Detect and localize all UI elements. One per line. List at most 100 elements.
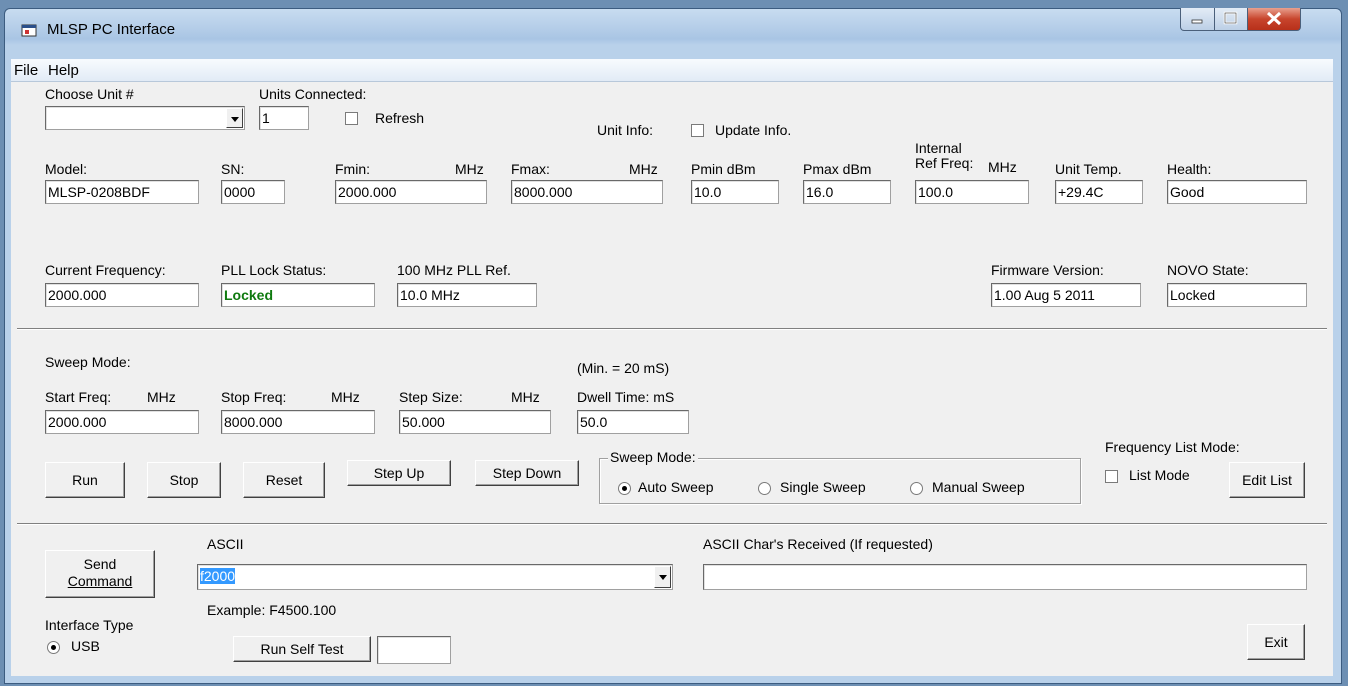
update-info-label: Update Info.	[715, 122, 792, 138]
novo-state-field[interactable]: Locked	[1167, 283, 1307, 307]
usb-label: USB	[71, 638, 100, 654]
ref-freq-field[interactable]: 100.0	[915, 180, 1029, 204]
send-command-button[interactable]: Send Command	[45, 550, 155, 598]
close-icon	[1266, 11, 1282, 26]
menu-file[interactable]: File	[14, 62, 38, 79]
manual-sweep-radio[interactable]	[910, 482, 923, 495]
dwell-time-label: Dwell Time: mS	[577, 389, 675, 405]
ascii-label: ASCII	[207, 536, 244, 552]
single-sweep-radio[interactable]	[758, 482, 771, 495]
pmax-field[interactable]: 16.0	[803, 180, 891, 204]
units-connected-label: Units Connected:	[259, 86, 367, 102]
ref-freq-unit-label: MHz	[988, 159, 1017, 175]
fmax-label: Fmax:	[511, 161, 550, 177]
manual-sweep-label: Manual Sweep	[932, 479, 1025, 495]
chevron-down-icon[interactable]	[226, 108, 243, 128]
exit-label: Exit	[1264, 634, 1288, 650]
current-frequency-field[interactable]: 2000.000	[45, 283, 199, 307]
start-freq-label: Start Freq:	[45, 389, 112, 405]
single-sweep-label: Single Sweep	[780, 479, 866, 495]
example-label: Example: F4500.100	[207, 602, 337, 618]
pmin-label: Pmin dBm	[691, 161, 756, 177]
sweep-section-label: Sweep Mode:	[45, 354, 131, 370]
minimize-button[interactable]	[1180, 8, 1215, 31]
self-test-result-field[interactable]	[377, 636, 451, 664]
ref-freq-label-2: Ref Freq:	[915, 155, 974, 171]
health-field[interactable]: Good	[1167, 180, 1307, 204]
exit-button[interactable]: Exit	[1247, 624, 1305, 660]
firmware-label: Firmware Version:	[991, 262, 1104, 278]
pll-lock-label: PLL Lock Status:	[221, 262, 327, 278]
units-connected-field[interactable]: 1	[259, 106, 309, 130]
fmin-label: Fmin:	[335, 161, 370, 177]
chevron-down-icon[interactable]	[654, 566, 671, 588]
maximize-button[interactable]	[1214, 8, 1248, 31]
pll-ref-field[interactable]: 10.0 MHz	[397, 283, 537, 307]
current-frequency-label: Current Frequency:	[45, 262, 166, 278]
pmax-label: Pmax dBm	[803, 161, 872, 177]
model-field[interactable]: MLSP-0208BDF	[45, 180, 199, 204]
step-size-label: Step Size:	[399, 389, 463, 405]
choose-unit-combo[interactable]	[45, 106, 245, 130]
temp-label: Unit Temp.	[1055, 161, 1122, 177]
step-size-field[interactable]: 50.000	[399, 410, 551, 434]
client-area: Choose Unit # Units Connected: 1 Refresh…	[11, 82, 1333, 676]
radio-selected-dot	[622, 486, 627, 491]
fmin-unit-label: MHz	[455, 161, 484, 177]
step-down-button[interactable]: Step Down	[475, 460, 579, 486]
menu-bar: File Help	[11, 59, 1333, 82]
window-title: MLSP PC Interface	[47, 21, 176, 38]
fmax-field[interactable]: 8000.000	[511, 180, 663, 204]
list-mode-checkbox[interactable]	[1105, 470, 1118, 483]
refresh-checkbox[interactable]	[345, 112, 358, 125]
health-label: Health:	[1167, 161, 1212, 177]
temp-field[interactable]: +29.4C	[1055, 180, 1143, 204]
separator-1	[17, 328, 1327, 330]
sn-label: SN:	[221, 161, 245, 177]
run-self-test-button[interactable]: Run Self Test	[233, 636, 371, 662]
start-freq-field[interactable]: 2000.000	[45, 410, 199, 434]
stop-freq-label: Stop Freq:	[221, 389, 287, 405]
edit-list-button[interactable]: Edit List	[1229, 462, 1305, 498]
pll-lock-field[interactable]: Locked	[221, 283, 375, 307]
sn-field[interactable]: 0000	[221, 180, 285, 204]
unit-info-label: Unit Info:	[597, 122, 654, 138]
received-field[interactable]	[703, 564, 1307, 590]
separator-2	[17, 523, 1327, 525]
usb-radio[interactable]	[47, 641, 60, 654]
radio-selected-dot	[51, 645, 56, 650]
stop-button[interactable]: Stop	[147, 462, 221, 498]
pll-ref-label: 100 MHz PLL Ref.	[397, 262, 511, 278]
stop-freq-field[interactable]: 8000.000	[221, 410, 375, 434]
close-button[interactable]	[1247, 8, 1301, 31]
sweep-mode-group-title: Sweep Mode:	[608, 449, 698, 465]
send-command-label-1: Send	[83, 556, 117, 572]
pmin-field[interactable]: 10.0	[691, 180, 779, 204]
list-mode-title: Frequency List Mode:	[1105, 439, 1240, 455]
step-size-unit: MHz	[511, 389, 540, 405]
title-bar[interactable]: MLSP PC Interface	[5, 8, 1341, 49]
minimize-icon	[1191, 19, 1203, 24]
sweep-mode-group: Sweep Mode: Auto Sweep Single Sweep Manu…	[599, 449, 1081, 504]
dwell-time-field[interactable]: 50.0	[577, 410, 689, 434]
main-window: MLSP PC Interface File Help Choose Unit …	[4, 8, 1342, 684]
auto-sweep-radio[interactable]	[618, 482, 631, 495]
fmin-field[interactable]: 2000.000	[335, 180, 487, 204]
update-info-checkbox[interactable]	[691, 124, 704, 137]
refresh-label: Refresh	[375, 110, 425, 126]
stop-freq-unit: MHz	[331, 389, 360, 405]
run-button[interactable]: Run	[45, 462, 125, 498]
menu-help[interactable]: Help	[48, 62, 79, 79]
app-icon	[21, 24, 37, 37]
ref-freq-label-1: Internal	[915, 140, 962, 156]
choose-unit-label: Choose Unit #	[45, 86, 134, 102]
step-up-button[interactable]: Step Up	[347, 460, 451, 486]
send-command-label-2: Command	[67, 573, 133, 589]
ascii-command-combo[interactable]: f2000	[197, 564, 673, 590]
model-label: Model:	[45, 161, 88, 177]
auto-sweep-label: Auto Sweep	[638, 479, 714, 495]
firmware-field[interactable]: 1.00 Aug 5 2011	[991, 283, 1141, 307]
list-mode-label: List Mode	[1129, 467, 1190, 483]
reset-button[interactable]: Reset	[243, 462, 325, 498]
start-freq-unit: MHz	[147, 389, 176, 405]
